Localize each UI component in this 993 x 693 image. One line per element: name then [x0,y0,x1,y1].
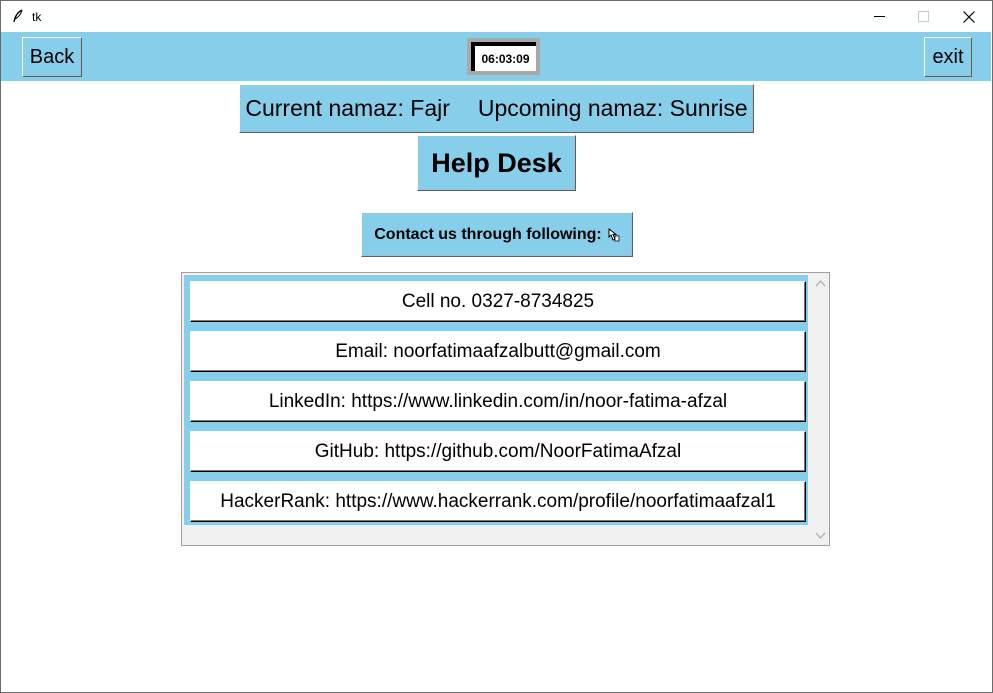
title-bar: tk [1,1,992,32]
back-button[interactable]: Back [22,37,82,77]
current-namaz: Current namaz: Fajr [245,95,450,121]
contact-button[interactable]: Contact us through following: [361,212,633,257]
exit-button[interactable]: exit [924,37,972,77]
hand-pointer-icon [608,227,620,241]
close-button[interactable] [946,1,992,32]
vertical-scrollbar[interactable] [812,273,829,545]
scroll-down-icon[interactable] [815,532,826,540]
contact-item-cell[interactable]: Cell no. 0327-8734825 [190,281,806,322]
minimize-icon [873,16,885,17]
contact-list: Cell no. 0327-8734825 Email: noorfatimaa… [184,275,808,525]
contact-item-github[interactable]: GitHub: https://github.com/NoorFatimaAfz… [190,431,806,472]
contact-item-linkedin[interactable]: LinkedIn: https://www.linkedin.com/in/no… [190,381,806,422]
clock-display: 06:03:09 [467,38,540,75]
clock-time: 06:03:09 [471,42,536,71]
maximize-icon [917,11,929,22]
upcoming-namaz: Upcoming namaz: Sunrise [477,95,748,121]
scroll-up-icon[interactable] [815,279,826,287]
minimize-button[interactable] [856,1,902,32]
window-title: tk [32,10,42,24]
contact-item-email[interactable]: Email: noorfatimaafzalbutt@gmail.com [190,331,806,372]
contact-item-hackerrank[interactable]: HackerRank: https://www.hackerrank.com/p… [190,481,806,522]
namaz-status: Current namaz: Fajr Upcoming namaz: Sunr… [239,84,754,133]
close-icon [963,10,975,23]
maximize-button[interactable] [900,1,946,32]
feather-icon [13,9,23,23]
contact-list-frame: Cell no. 0327-8734825 Email: noorfatimaa… [181,272,830,546]
contact-label: Contact us through following: [374,225,602,243]
page-title: Help Desk [417,135,576,191]
